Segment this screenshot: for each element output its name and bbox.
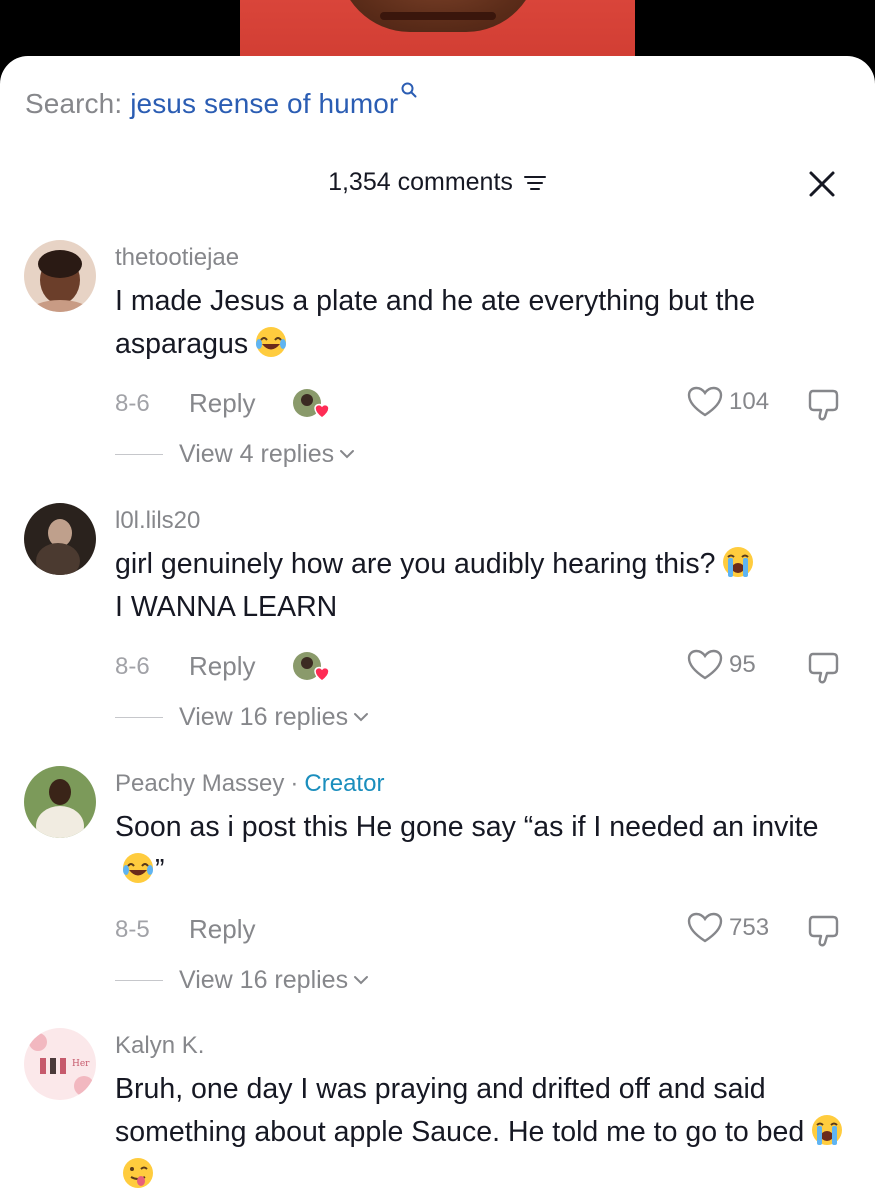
creator-badge: Creator (304, 770, 385, 797)
comment-item: thetootiejae I made Jesus a plate and he… (0, 240, 875, 480)
avatar[interactable] (24, 240, 96, 312)
view-replies-label: View 4 replies (179, 439, 335, 468)
heart-icon[interactable] (687, 386, 723, 418)
comments-sheet: Search: jesus sense of humor 1,354 comme… (0, 56, 875, 1200)
avatar[interactable] (24, 766, 96, 838)
like-count: 104 (729, 388, 770, 415)
comment-item: Peachy Massey · Creator Soon as i post thi… (0, 766, 875, 1006)
close-icon[interactable] (806, 168, 838, 200)
comment-meta: 8-5 Reply 753 (115, 912, 855, 952)
avatar[interactable] (24, 503, 96, 575)
reply-button[interactable]: Reply (189, 651, 255, 682)
comment-username[interactable]: Kalyn K. (115, 1032, 204, 1060)
comment-count: 1,354 comments (328, 168, 513, 196)
view-replies-button[interactable]: View 4 replies (115, 438, 356, 470)
joy-emoji-icon (256, 327, 287, 357)
reply-button[interactable]: Reply (189, 388, 255, 419)
joy-emoji-icon (123, 853, 153, 883)
like-count: 753 (729, 914, 770, 941)
face-with-tongue-emoji-icon (123, 1158, 153, 1188)
search-icon (401, 82, 417, 98)
creator-liked-icon (293, 652, 330, 682)
view-replies-button[interactable]: View 16 replies (115, 964, 370, 996)
comment-date: 8-6 (115, 653, 150, 680)
view-replies-button[interactable]: View 16 replies (115, 701, 370, 733)
view-replies-label: View 16 replies (179, 965, 349, 994)
chevron-down-icon (340, 450, 355, 459)
loudly-crying-emoji-icon (723, 547, 754, 577)
dislike-icon[interactable] (805, 386, 843, 424)
comment-meta: 8-6 Reply 95 (115, 649, 855, 689)
comment-text: Bruh, one day I was praying and drifted … (115, 1068, 855, 1197)
comment-username[interactable]: l0l.lils20 (115, 507, 200, 535)
chevron-down-icon (354, 713, 369, 722)
creator-liked-icon (293, 389, 330, 419)
comment-date: 8-5 (115, 916, 150, 943)
comment-item: Her Kalyn K. Bruh, one day I was praying… (0, 1028, 875, 1200)
dislike-icon[interactable] (805, 649, 843, 687)
like-button[interactable]: 95 (687, 649, 756, 681)
like-button[interactable]: 753 (687, 912, 769, 944)
avatar[interactable]: Her (24, 1028, 96, 1100)
svg-text:Her: Her (72, 1059, 90, 1069)
like-count: 95 (729, 651, 756, 678)
comment-item: l0l.lils20 girl genuinely how are you au… (0, 503, 875, 743)
comment-username[interactable]: thetootiejae (115, 244, 239, 272)
heart-icon[interactable] (687, 649, 723, 681)
heart-icon[interactable] (687, 912, 723, 944)
search-prefix: Search: (25, 88, 123, 119)
comments-header: 1,354 comments (0, 168, 875, 208)
divider (115, 716, 163, 718)
like-button[interactable]: 104 (687, 386, 769, 418)
comment-meta: 8-6 Reply 104 (115, 386, 855, 426)
dislike-icon[interactable] (805, 912, 843, 950)
loudly-crying-emoji-icon (812, 1115, 843, 1145)
view-replies-label: View 16 replies (179, 702, 349, 731)
divider (115, 453, 163, 455)
comment-date: 8-6 (115, 390, 150, 417)
divider (115, 979, 163, 981)
comment-text: Soon as i post this He gone say “as if I… (115, 811, 819, 886)
comment-count-sort[interactable]: 1,354 comments (0, 168, 875, 197)
comment-text: girl genuinely how are you audibly heari… (115, 543, 855, 629)
search-suggestion[interactable]: Search: jesus sense of humor (25, 82, 418, 120)
chevron-down-icon (354, 976, 369, 985)
comment-text: I made Jesus a plate and he ate everythi… (115, 285, 756, 360)
comment-username[interactable]: Peachy Massey · Creator (115, 770, 384, 798)
reply-button[interactable]: Reply (189, 914, 255, 945)
search-query-link[interactable]: jesus sense of humor (130, 88, 398, 120)
sort-filter-icon[interactable] (523, 173, 547, 193)
